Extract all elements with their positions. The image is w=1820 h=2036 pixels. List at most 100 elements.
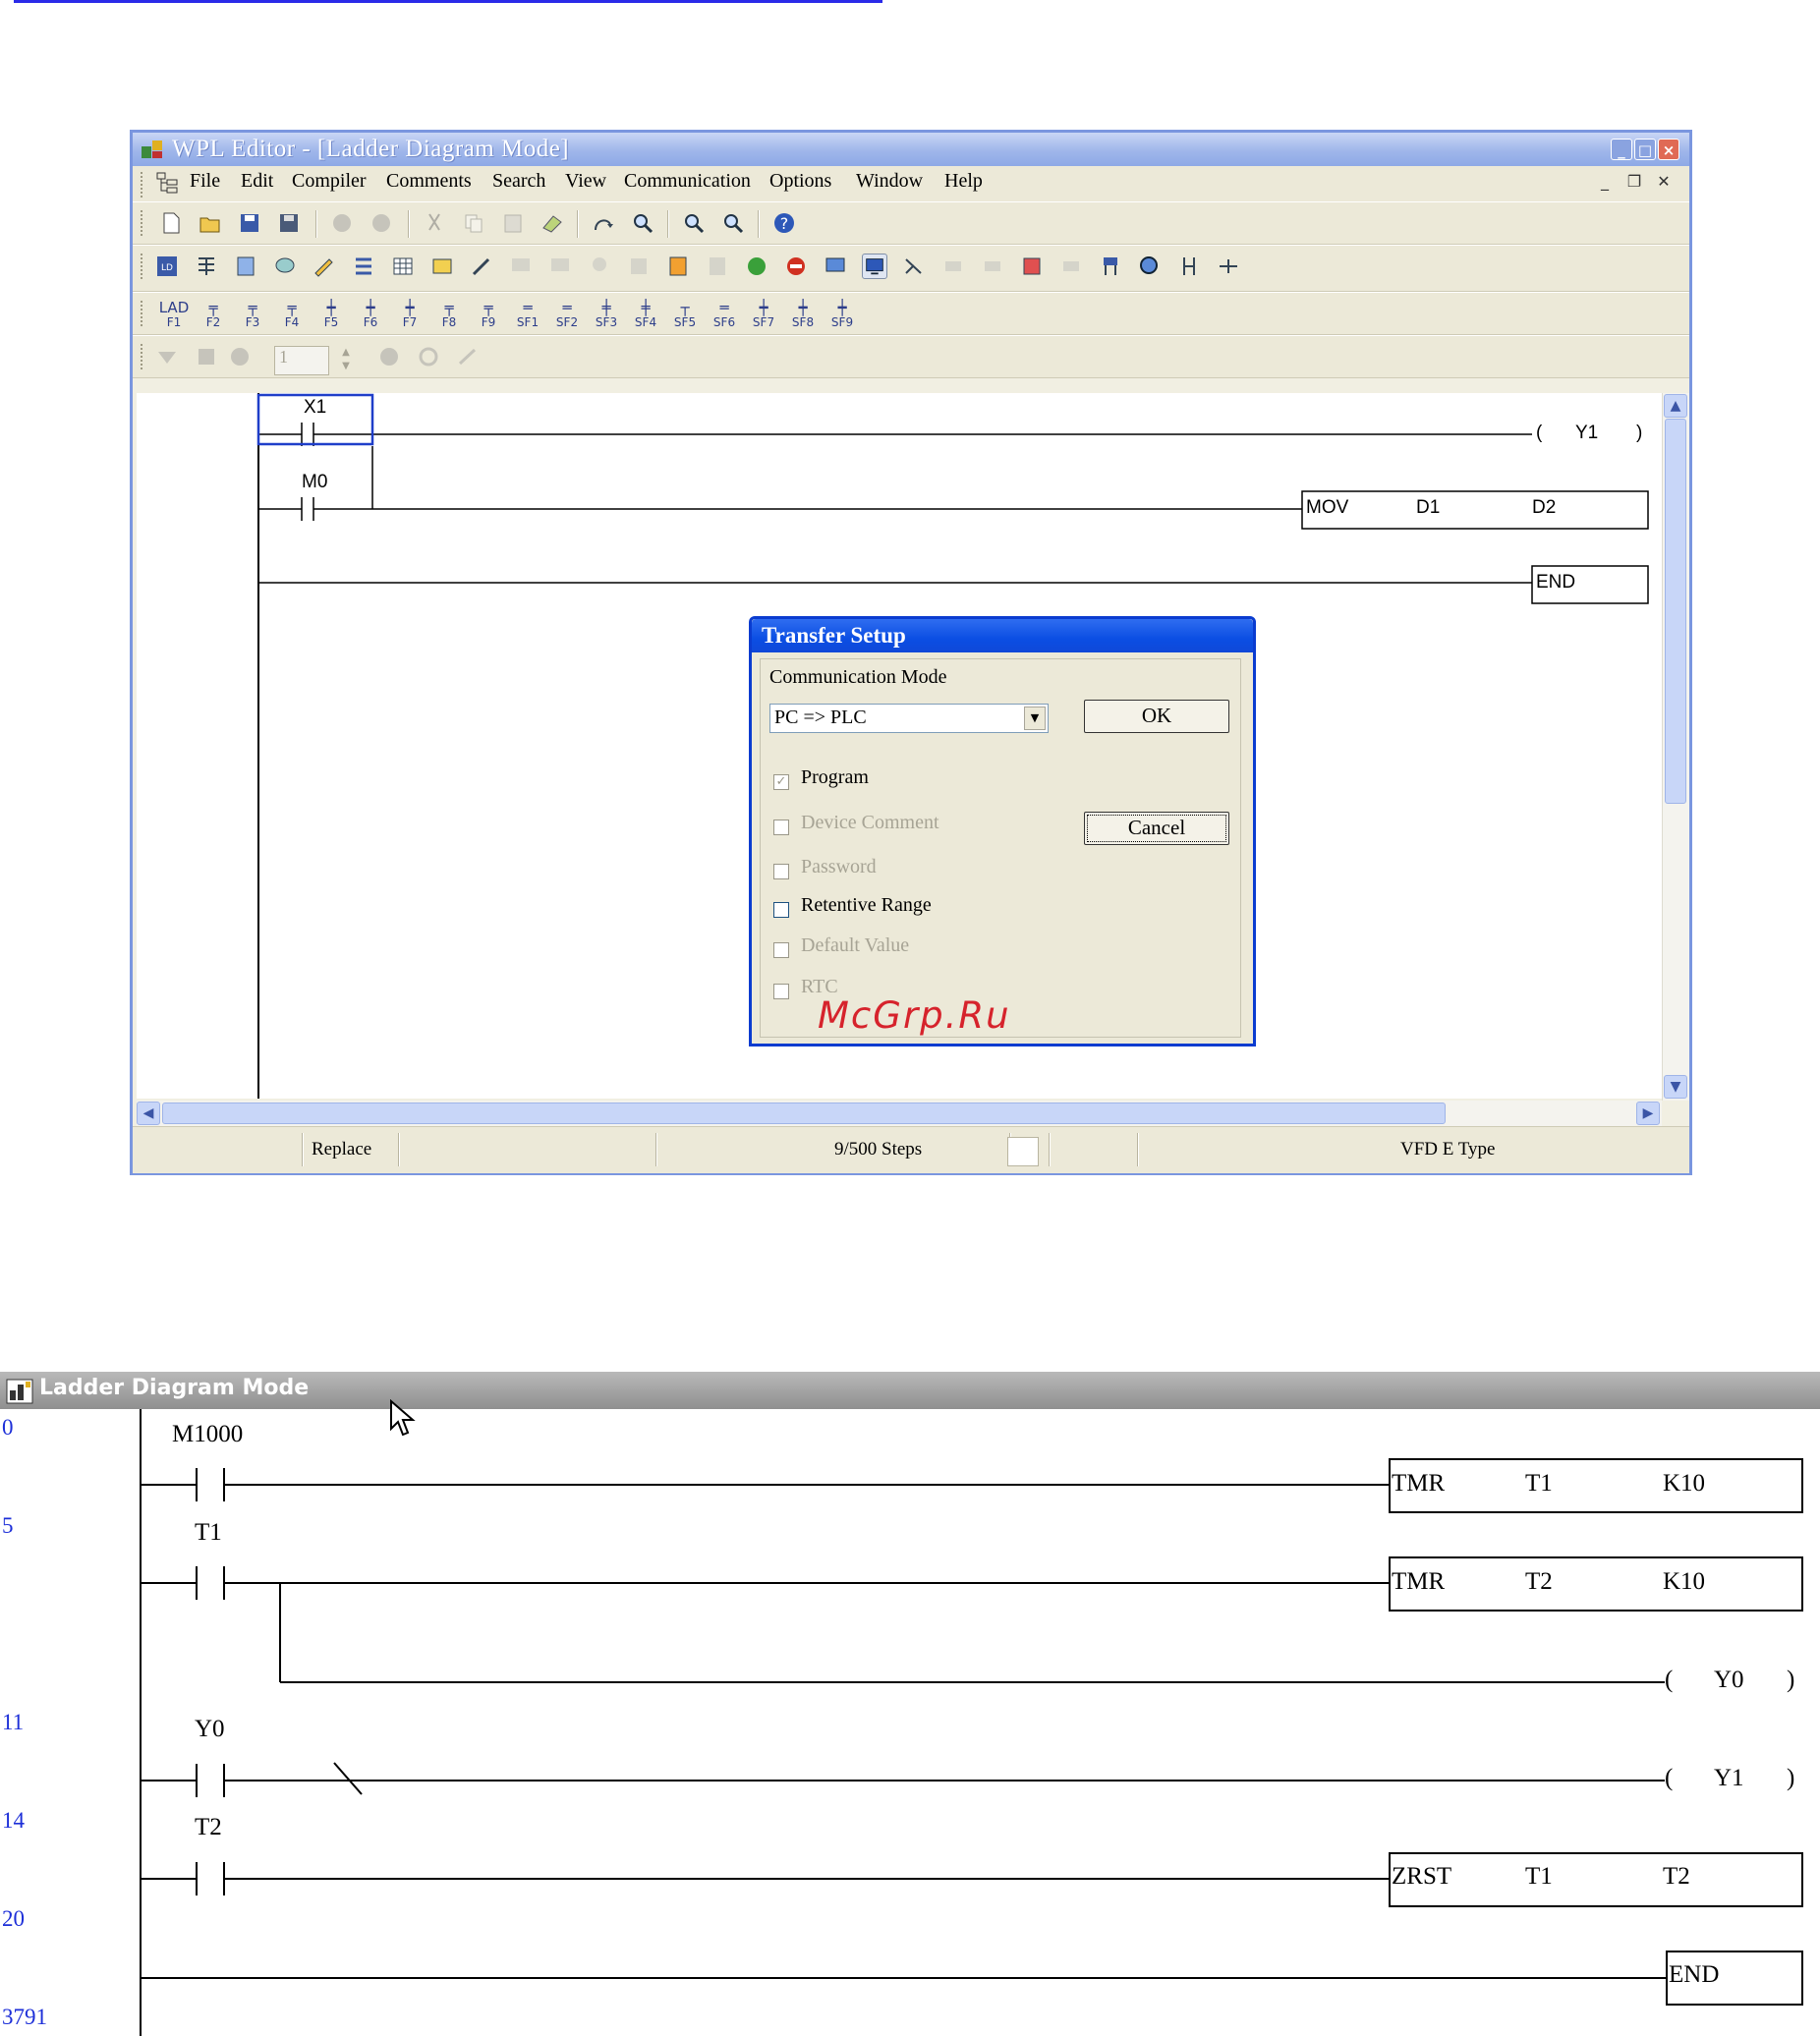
menu-window[interactable]: Window <box>856 170 923 193</box>
jump-icon[interactable] <box>591 210 616 236</box>
save-all-icon[interactable] <box>276 210 302 236</box>
fkey-sf8-button[interactable]: ┿ SF8 <box>787 299 819 330</box>
run-icon[interactable] <box>744 254 769 279</box>
communication-mode-select[interactable]: PC => PLC ▼ <box>769 704 1049 733</box>
fkey-f7-button[interactable]: ┿ F7 <box>394 299 426 330</box>
fkey-sf1-button[interactable]: ═ SF1 <box>512 299 543 330</box>
copy-icon[interactable] <box>461 210 486 236</box>
vertical-scroll-thumb[interactable] <box>1665 419 1686 804</box>
ladder-mode-icon[interactable]: LD <box>154 254 180 279</box>
comment-icon[interactable] <box>272 254 298 279</box>
new-file-icon[interactable] <box>158 210 184 236</box>
mdi-restore-button[interactable]: ❐ <box>1622 172 1646 194</box>
fkey-sf9-button[interactable]: ┿ SF9 <box>826 299 858 330</box>
minimize-button[interactable]: _ <box>1611 139 1632 160</box>
scroll-left-button[interactable]: ◀ <box>137 1102 160 1125</box>
cut-icon[interactable] <box>422 210 447 236</box>
scroll-down-button[interactable]: ▼ <box>1664 1075 1687 1099</box>
code-icon[interactable] <box>940 254 966 279</box>
tree-view-icon[interactable] <box>1098 254 1123 279</box>
register-icon[interactable] <box>626 254 652 279</box>
fkey-f4-button[interactable]: ╤ F4 <box>276 299 308 330</box>
instruction-mode-icon[interactable] <box>233 254 258 279</box>
force-icon[interactable] <box>455 344 481 369</box>
step-spinner[interactable]: ▲ ▼ <box>337 346 355 375</box>
upload-program-icon[interactable] <box>705 254 730 279</box>
eraser-icon[interactable] <box>540 210 565 236</box>
maximize-button[interactable]: □ <box>1634 139 1656 160</box>
scroll-right-button[interactable]: ▶ <box>1636 1102 1660 1125</box>
cancel-button[interactable]: Cancel <box>1084 812 1229 845</box>
menu-view[interactable]: View <box>565 170 606 193</box>
fkey-sf4-button[interactable]: ╪ SF4 <box>630 299 661 330</box>
timer-icon[interactable] <box>227 344 253 369</box>
code-clear-icon[interactable] <box>1058 254 1084 279</box>
scroll-up-button[interactable]: ▲ <box>1664 394 1687 418</box>
document-tree-icon[interactable] <box>154 171 180 197</box>
menu-help[interactable]: Help <box>944 170 983 193</box>
fkey-f9-button[interactable]: ╤ F9 <box>473 299 504 330</box>
monitor-icon[interactable] <box>508 254 534 279</box>
undo-icon[interactable] <box>329 210 355 236</box>
connection-icon[interactable] <box>1216 254 1241 279</box>
help-icon[interactable]: ? <box>771 210 797 236</box>
fkey-sf3-button[interactable]: ╪ SF3 <box>591 299 622 330</box>
refresh-icon[interactable] <box>416 344 441 369</box>
ladder-mode-titlebar[interactable]: Ladder Diagram Mode <box>0 1372 1820 1409</box>
retentive-range-checkbox[interactable] <box>773 902 789 918</box>
open-folder-icon[interactable] <box>198 210 223 236</box>
fkey-f2-button[interactable]: ╤ F2 <box>198 299 229 330</box>
pause-icon[interactable] <box>376 344 402 369</box>
memory-icon[interactable] <box>429 254 455 279</box>
mdi-close-button[interactable]: ✕ <box>1652 172 1676 194</box>
mdi-minimize-button[interactable]: _ <box>1593 172 1617 194</box>
fkey-sf6-button[interactable]: ═ SF6 <box>709 299 740 330</box>
vertical-scrollbar[interactable]: ▲ ▼ <box>1662 393 1689 1101</box>
binary-icon[interactable] <box>1019 254 1045 279</box>
ok-button[interactable]: OK <box>1084 700 1229 733</box>
code-set-icon[interactable] <box>980 254 1005 279</box>
fkey-sf2-button[interactable]: ═ SF2 <box>551 299 583 330</box>
close-button[interactable]: × <box>1658 139 1679 160</box>
chevron-down-icon[interactable]: ▼ <box>1024 707 1046 730</box>
menu-search[interactable]: Search <box>492 170 545 193</box>
menu-communication[interactable]: Communication <box>624 170 751 193</box>
paste-icon[interactable] <box>500 210 526 236</box>
device-list-icon[interactable] <box>351 254 376 279</box>
compare-icon[interactable] <box>901 254 927 279</box>
step-count-input[interactable]: 1 <box>274 346 329 375</box>
online-mode-icon[interactable] <box>154 344 180 369</box>
ladder-diagram-canvas[interactable]: 0 5 11 14 20 3791 M1000 TMR T1 K10 T1 TM… <box>0 1409 1820 2036</box>
zoom-in-icon[interactable] <box>681 210 707 236</box>
find-icon[interactable] <box>630 210 655 236</box>
save-icon[interactable] <box>237 210 262 236</box>
menu-options[interactable]: Options <box>769 170 831 193</box>
default-value-checkbox[interactable] <box>773 942 789 958</box>
bulb-icon[interactable] <box>587 254 612 279</box>
fkey-sf7-button[interactable]: ┿ SF7 <box>748 299 779 330</box>
fkey-f1-button[interactable]: LAD F1 <box>158 299 190 330</box>
ladder-tool-icon[interactable] <box>1176 254 1202 279</box>
fkey-f6-button[interactable]: ┿ F6 <box>355 299 386 330</box>
edit-pen-icon[interactable] <box>312 254 337 279</box>
transfer-setup-icon[interactable] <box>862 254 887 279</box>
fkey-sf5-button[interactable]: ┬ SF5 <box>669 299 701 330</box>
password-checkbox[interactable] <box>773 864 789 879</box>
horizontal-scroll-thumb[interactable] <box>162 1103 1446 1124</box>
rtc-checkbox[interactable] <box>773 984 789 999</box>
download-program-icon[interactable] <box>665 254 691 279</box>
redo-icon[interactable] <box>369 210 394 236</box>
sfc-mode-icon[interactable] <box>194 254 219 279</box>
menu-file[interactable]: File <box>190 170 220 193</box>
read-plc-icon[interactable] <box>823 254 848 279</box>
menu-comments[interactable]: Comments <box>386 170 472 193</box>
wand-icon[interactable] <box>469 254 494 279</box>
search-plc-icon[interactable] <box>1137 254 1163 279</box>
stop-icon[interactable] <box>783 254 809 279</box>
status-icon[interactable] <box>194 344 219 369</box>
device-comment-checkbox[interactable] <box>773 820 789 835</box>
table-icon[interactable] <box>390 254 416 279</box>
horizontal-scrollbar[interactable]: ◀ ▶ <box>137 1101 1662 1126</box>
window-titlebar[interactable]: WPL Editor - [Ladder Diagram Mode] _ □ × <box>133 133 1689 166</box>
monitor-stop-icon[interactable] <box>547 254 573 279</box>
